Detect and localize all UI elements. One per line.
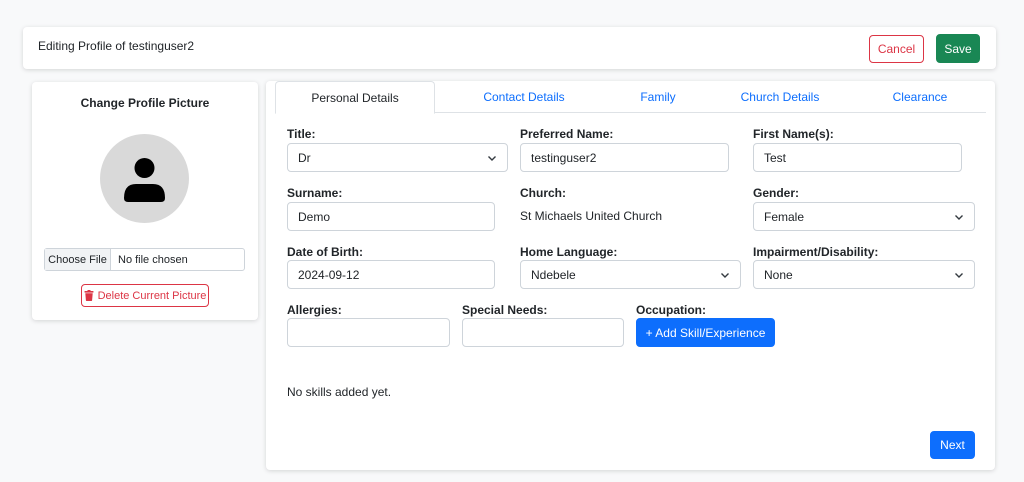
gender-select[interactable]: Female — [753, 202, 975, 231]
no-skills-text: No skills added yet. — [287, 385, 392, 399]
tab-church-details[interactable]: Church Details — [720, 81, 840, 113]
dob-value: 2024-09-12 — [298, 267, 360, 282]
home-language-value: Ndebele — [531, 267, 576, 282]
save-button[interactable]: Save — [936, 34, 980, 63]
profile-form-panel: Personal Details Contact Details Family … — [266, 81, 995, 470]
impairment-select[interactable]: None — [753, 260, 975, 289]
preferred-name-label: Preferred Name: — [520, 127, 614, 141]
delete-picture-button[interactable]: Delete Current Picture — [81, 284, 209, 307]
tab-personal-details[interactable]: Personal Details — [275, 81, 435, 114]
tab-clearance[interactable]: Clearance — [860, 81, 980, 113]
home-language-select[interactable]: Ndebele — [520, 260, 741, 289]
trash-icon — [84, 290, 94, 301]
chevron-down-icon — [488, 156, 496, 161]
gender-label: Gender: — [753, 186, 800, 200]
preferred-name-field[interactable]: testinguser2 — [520, 143, 729, 172]
title-label: Title: — [287, 127, 316, 141]
surname-field[interactable]: Demo — [287, 202, 495, 231]
dob-field[interactable]: 2024-09-12 — [287, 260, 495, 289]
cancel-button[interactable]: Cancel — [869, 35, 924, 63]
page-title: Editing Profile of testinguser2 — [38, 39, 195, 53]
occupation-label: Occupation: — [636, 303, 707, 317]
chevron-down-icon — [721, 273, 729, 278]
special-needs-field[interactable] — [462, 318, 624, 347]
tab-family[interactable]: Family — [615, 81, 701, 113]
impairment-label: Impairment/Disability: — [753, 245, 879, 259]
chevron-down-icon — [955, 215, 963, 220]
title-select[interactable]: Dr — [287, 143, 508, 172]
first-names-value: Test — [764, 150, 787, 165]
add-skill-button[interactable]: + Add Skill/Experience — [636, 318, 775, 347]
impairment-value: None — [764, 267, 793, 282]
surname-label: Surname: — [287, 186, 343, 200]
user-silhouette-icon — [124, 158, 165, 202]
header-bar: Editing Profile of testinguser2 Cancel S… — [23, 27, 996, 69]
delete-picture-label: Delete Current Picture — [97, 289, 207, 302]
church-value: St Michaels United Church — [520, 209, 663, 223]
church-label: Church: — [520, 186, 566, 200]
next-button[interactable]: Next — [930, 431, 975, 459]
special-needs-label: Special Needs: — [462, 303, 548, 317]
surname-value: Demo — [298, 209, 331, 224]
choose-file-button[interactable]: Choose File — [45, 249, 111, 270]
tab-bar: Personal Details Contact Details Family … — [275, 81, 986, 114]
home-language-label: Home Language: — [520, 245, 618, 259]
preferred-name-value: testinguser2 — [531, 150, 597, 165]
tab-contact-details[interactable]: Contact Details — [455, 81, 593, 113]
dob-label: Date of Birth: — [287, 245, 363, 259]
chevron-down-icon — [955, 273, 963, 278]
first-names-label: First Name(s): — [753, 127, 834, 141]
gender-select-value: Female — [764, 209, 805, 224]
profile-picture-panel: Change Profile Picture Choose File No fi… — [32, 82, 258, 320]
allergies-field[interactable] — [287, 318, 450, 347]
profile-picture-file-input[interactable]: Choose File No file chosen — [44, 248, 245, 271]
allergies-label: Allergies: — [287, 303, 342, 317]
profile-picture-title: Change Profile Picture — [80, 96, 210, 110]
title-select-value: Dr — [298, 150, 311, 165]
file-status-text: No file chosen — [118, 253, 188, 266]
avatar — [100, 134, 189, 223]
first-names-field[interactable]: Test — [753, 143, 962, 172]
